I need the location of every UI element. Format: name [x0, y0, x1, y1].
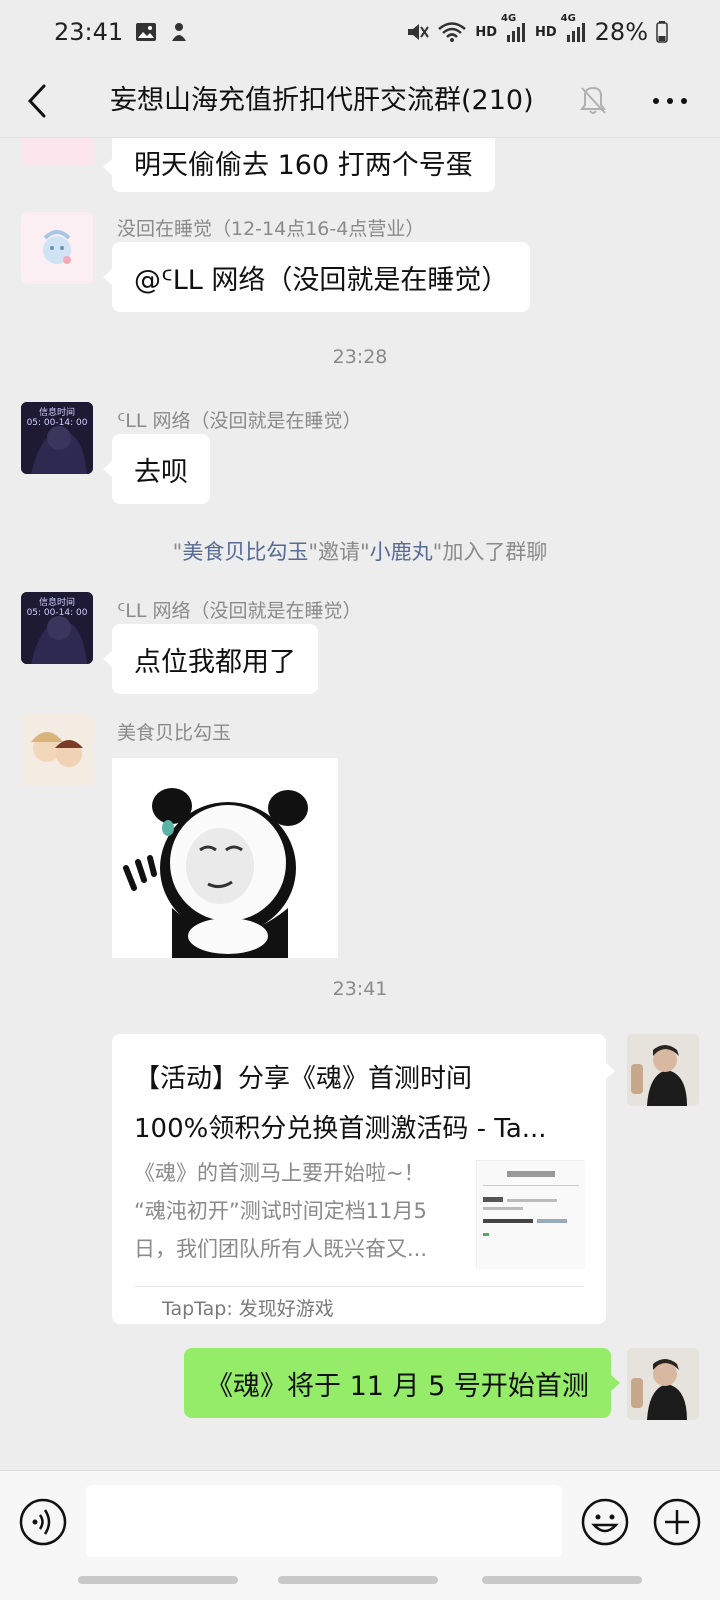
- shared-link-card[interactable]: 【活动】分享《魂》首测时间 100%领积分兑换首测激活码 - Ta... 《魂》…: [112, 1034, 615, 1324]
- message-text: 《魂》将于 11 月 5 号开始首测: [206, 1370, 589, 1402]
- message-bubble[interactable]: @ᑦLL 网络（没回就是在睡觉）: [102, 242, 531, 312]
- avatar-caption: 信息时间 05: 00-14: 00: [26, 598, 88, 618]
- system-join-message: "美食贝比勾玉"邀请"小鹿丸"加入了群聊: [172, 540, 548, 564]
- sender-name: ᑦLL 网络（没回就是在睡觉）: [117, 410, 362, 432]
- chat-title: 妄想山海充值折扣代肝交流群(210): [110, 85, 534, 116]
- voice-input-button[interactable]: [18, 1497, 68, 1547]
- message-text: @ᑦLL 网络（没回就是在睡觉）: [134, 264, 509, 296]
- status-time: 23:41: [54, 18, 124, 46]
- card-thumbnail: [476, 1160, 585, 1269]
- inviter-link[interactable]: 美食贝比勾玉: [182, 540, 308, 564]
- wifi-icon: [437, 21, 467, 43]
- card-title: 【活动】分享《魂》首测时间 100%领积分兑换首测激活码 - Ta...: [134, 1064, 547, 1144]
- gallery-icon: [135, 22, 157, 42]
- message-text: 去呗: [134, 456, 188, 488]
- nav-indicator[interactable]: [482, 1576, 642, 1584]
- my-avatar[interactable]: [627, 1348, 699, 1420]
- emoji-button[interactable]: [580, 1497, 630, 1547]
- plus-icon: [653, 1498, 701, 1546]
- card-description: 《魂》的首测马上要开始啦~！ “魂沌初开”测试时间定档11月5 日，我们团队所有…: [134, 1161, 428, 1261]
- sender-name: 美食贝比勾玉: [117, 722, 232, 744]
- message-bubble[interactable]: 去呗: [103, 434, 210, 504]
- message-bubble[interactable]: 点位我都用了: [103, 624, 318, 694]
- card-source: TapTap: 发现好游戏: [162, 1298, 334, 1320]
- more-functions-button[interactable]: [652, 1497, 702, 1547]
- card-divider: [134, 1286, 584, 1287]
- photo-avatar-icon: [627, 1034, 699, 1106]
- smiley-icon: [581, 1498, 629, 1546]
- voice-icon: [19, 1498, 67, 1546]
- message-text: 点位我都用了: [134, 646, 296, 678]
- more-dots-icon: [653, 98, 687, 104]
- avatar[interactable]: 信息时间 05: 00-14: 00: [21, 402, 93, 474]
- signal-icon-2: 4G: [561, 13, 587, 43]
- network-label-2: 4G: [560, 13, 576, 24]
- sender-name: 没回在睡觉（12-14点16-4点营业）: [117, 218, 425, 240]
- message-input[interactable]: [86, 1485, 562, 1557]
- chevron-left-icon: [27, 84, 46, 118]
- avatar[interactable]: [21, 714, 93, 786]
- status-bar: 23:41 HD 4G HD 4G 28%: [0, 0, 720, 64]
- panda-sticker-image: [112, 758, 338, 958]
- hd-label-1: HD: [475, 24, 497, 40]
- sender-name: ᑦLL 网络（没回就是在睡觉）: [117, 600, 362, 622]
- battery-icon: [656, 21, 668, 43]
- signal-icon-1: 4G: [501, 13, 527, 43]
- avatar[interactable]: 信息时间 05: 00-14: 00: [21, 592, 93, 664]
- avatar[interactable]: [21, 212, 93, 284]
- message-bubble-own[interactable]: 《魂》将于 11 月 5 号开始首测: [184, 1348, 620, 1418]
- notification-app-icon: [169, 21, 189, 43]
- avatar[interactable]: [21, 138, 93, 166]
- message-bubble[interactable]: 明天偷偷去 160 打两个号蛋: [103, 138, 495, 192]
- nav-indicator[interactable]: [78, 1576, 238, 1584]
- anime-avatar-icon: [43, 230, 71, 264]
- muted-bell-icon: [578, 84, 608, 116]
- article-preview-icon: [477, 1161, 585, 1269]
- nav-indicator[interactable]: [278, 1576, 438, 1584]
- avatar-caption: 信息时间 05: 00-14: 00: [26, 408, 88, 428]
- timestamp: 23:41: [332, 978, 388, 1000]
- photo-avatar-icon: [627, 1348, 699, 1420]
- my-avatar[interactable]: [627, 1034, 699, 1106]
- battery-percent: 28%: [594, 18, 648, 46]
- invitee-link[interactable]: 小鹿丸: [370, 540, 433, 564]
- more-options-button[interactable]: [648, 84, 692, 118]
- mute-vibrate-icon: [405, 21, 430, 43]
- panda-meme-sticker[interactable]: [112, 758, 338, 958]
- system-navigation-bar: [0, 1576, 720, 1586]
- chat-header: 妄想山海充值折扣代肝交流群(210): [0, 64, 720, 138]
- message-list[interactable]: 明天偷偷去 160 打两个号蛋 没回在睡觉（12-14点16-4点营业） @ᑦL…: [0, 138, 720, 1470]
- hd-label-2: HD: [534, 24, 557, 40]
- message-text: 明天偷偷去 160 打两个号蛋: [134, 149, 473, 181]
- network-label-1: 4G: [500, 13, 517, 24]
- back-button[interactable]: [20, 80, 60, 122]
- timestamp: 23:28: [332, 346, 388, 368]
- anime-pair-avatar-icon: [21, 714, 93, 786]
